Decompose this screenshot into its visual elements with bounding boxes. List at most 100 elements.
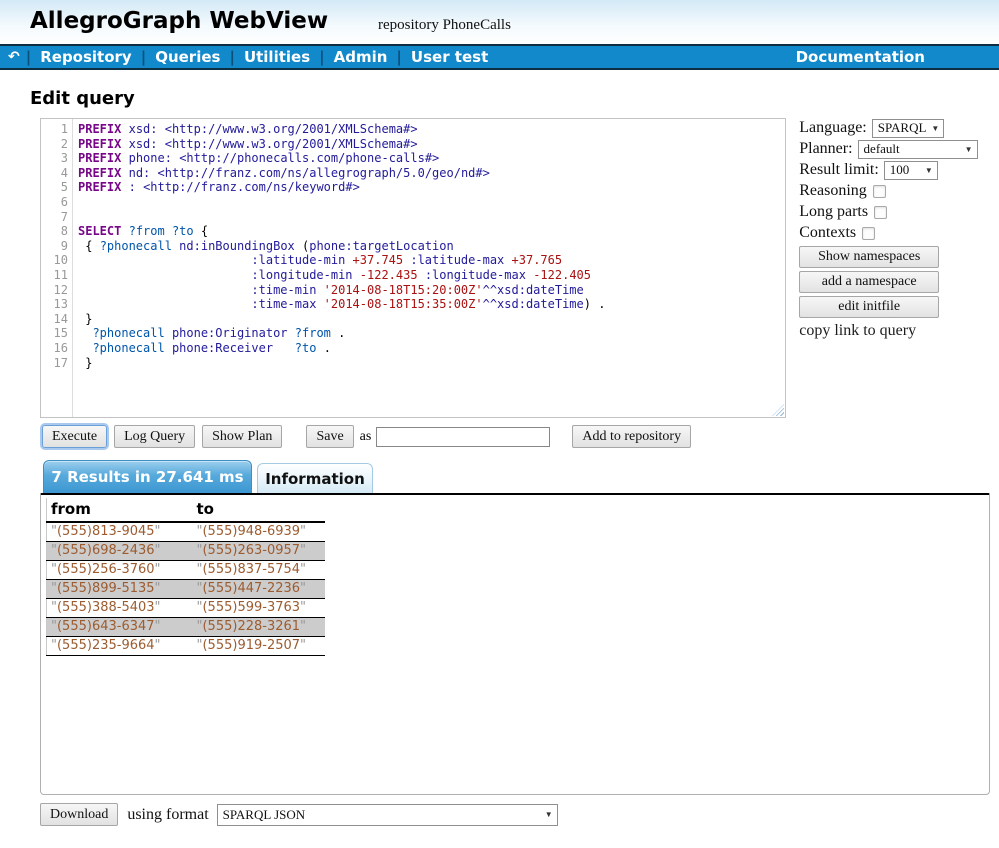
language-value: SPARQL	[878, 120, 927, 136]
result-limit-row: Result limit: 100 ▼	[799, 160, 999, 180]
contexts-label: Contexts	[799, 224, 856, 242]
show-plan-button[interactable]: Show Plan	[202, 425, 282, 448]
result-cell: "(555)837-5754"	[193, 561, 325, 580]
table-row: "(555)698-2436""(555)263-0957"	[47, 542, 325, 561]
line-number: 11	[41, 268, 68, 283]
contexts-row: Contexts	[799, 223, 999, 243]
log-query-button[interactable]: Log Query	[114, 425, 195, 448]
line-number: 14	[41, 312, 68, 327]
line-number: 17	[41, 356, 68, 371]
save-button[interactable]: Save	[306, 425, 353, 448]
download-button[interactable]: Download	[40, 803, 118, 826]
edit-initfile-button[interactable]: edit initfile	[799, 296, 939, 318]
code-line: { ?phonecall nd:inBoundingBox (phone:tar…	[78, 239, 785, 254]
query-workspace: 1234567891011121314151617 PREFIX xsd: <h…	[40, 118, 999, 418]
copy-link-to-query[interactable]: copy link to query	[799, 322, 999, 340]
line-number: 7	[41, 210, 68, 225]
long-parts-row: Long parts	[799, 202, 999, 222]
tab-results[interactable]: 7 Results in 27.641 ms	[43, 460, 252, 493]
format-value: SPARQL JSON	[223, 807, 306, 823]
dropdown-arrow-icon: ▼	[925, 166, 933, 175]
result-cell: "(555)235-9664"	[47, 637, 193, 656]
table-row: "(555)235-9664""(555)919-2507"	[47, 637, 325, 656]
tab-information[interactable]: Information	[257, 463, 373, 493]
add-to-repository-button[interactable]: Add to repository	[572, 425, 691, 448]
nav-item-utilities[interactable]: Utilities	[235, 48, 319, 66]
code-line: ?phonecall phone:Receiver ?to .	[78, 341, 785, 356]
save-name-input[interactable]	[376, 427, 550, 447]
line-number: 13	[41, 297, 68, 312]
reasoning-row: Reasoning	[799, 181, 999, 201]
code-lines[interactable]: PREFIX xsd: <http://www.w3.org/2001/XMLS…	[73, 119, 785, 417]
result-cell: "(555)899-5135"	[47, 580, 193, 599]
table-row: "(555)813-9045""(555)948-6939"	[47, 522, 325, 542]
line-number: 12	[41, 283, 68, 298]
dropdown-arrow-icon: ▼	[965, 145, 973, 154]
format-select[interactable]: SPARQL JSON ▼	[217, 804, 558, 826]
page-title: Edit query	[30, 88, 999, 109]
planner-select[interactable]: default ▼	[858, 140, 978, 159]
show-namespaces-button[interactable]: Show namespaces	[799, 246, 939, 268]
line-number: 15	[41, 326, 68, 341]
nav-item-admin[interactable]: Admin	[325, 48, 397, 66]
line-number: 6	[41, 195, 68, 210]
code-line	[78, 210, 785, 225]
table-row: "(555)899-5135""(555)447-2236"	[47, 580, 325, 599]
results-tabs: 7 Results in 27.641 ms Information	[43, 460, 999, 493]
code-line: }	[78, 356, 785, 371]
code-line: :longitude-min -122.435 :longitude-max -…	[78, 268, 785, 283]
result-limit-label: Result limit:	[799, 161, 879, 179]
long-parts-label: Long parts	[799, 203, 868, 221]
line-number: 3	[41, 151, 68, 166]
query-editor[interactable]: 1234567891011121314151617 PREFIX xsd: <h…	[40, 118, 786, 418]
result-limit-select[interactable]: 100 ▼	[884, 161, 938, 180]
result-cell: "(555)813-9045"	[47, 522, 193, 542]
table-row: "(555)256-3760""(555)837-5754"	[47, 561, 325, 580]
long-parts-checkbox[interactable]	[874, 206, 887, 219]
reasoning-label: Reasoning	[799, 182, 867, 200]
save-as-label: as	[360, 429, 372, 445]
table-row: "(555)388-5403""(555)599-3763"	[47, 599, 325, 618]
code-line: PREFIX nd: <http://franz.com/ns/allegrog…	[78, 166, 785, 181]
result-cell: "(555)447-2236"	[193, 580, 325, 599]
execute-button[interactable]: Execute	[42, 425, 107, 448]
result-cell: "(555)388-5403"	[47, 599, 193, 618]
code-line: :time-max '2014-08-18T15:35:00Z'^^xsd:da…	[78, 297, 785, 312]
result-cell: "(555)698-2436"	[47, 542, 193, 561]
line-number: 4	[41, 166, 68, 181]
repository-label: repository PhoneCalls	[378, 17, 511, 34]
app-title: AllegroGraph WebView	[30, 8, 328, 34]
code-line: :time-min '2014-08-18T15:20:00Z'^^xsd:da…	[78, 283, 785, 298]
contexts-checkbox[interactable]	[862, 227, 875, 240]
query-options-panel: Language: SPARQL ▼ Planner: default ▼ Re…	[799, 118, 999, 340]
line-number: 16	[41, 341, 68, 356]
dropdown-arrow-icon: ▼	[931, 124, 939, 133]
code-line: PREFIX xsd: <http://www.w3.org/2001/XMLS…	[78, 137, 785, 152]
nav-item-queries[interactable]: Queries	[146, 48, 229, 66]
app-header: AllegroGraph WebView repository PhoneCal…	[0, 0, 999, 44]
nav-item-user-test[interactable]: User test	[402, 48, 497, 66]
download-bar: Download using format SPARQL JSON ▼	[40, 803, 999, 826]
code-line: :latitude-min +37.745 :latitude-max +37.…	[78, 253, 785, 268]
main-navbar: ↶ | Repository | Queries | Utilities | A…	[0, 44, 999, 70]
format-label: using format	[127, 806, 208, 824]
code-line: }	[78, 312, 785, 327]
line-number: 9	[41, 239, 68, 254]
language-select[interactable]: SPARQL ▼	[872, 119, 944, 138]
results-panel: from to "(555)813-9045""(555)948-6939""(…	[40, 493, 990, 795]
table-row: "(555)643-6347""(555)228-3261"	[47, 618, 325, 637]
nav-item-documentation[interactable]: Documentation	[796, 48, 925, 66]
line-number: 10	[41, 253, 68, 268]
code-line	[78, 195, 785, 210]
language-row: Language: SPARQL ▼	[799, 118, 999, 138]
reasoning-checkbox[interactable]	[873, 185, 886, 198]
back-icon[interactable]: ↶	[8, 49, 20, 65]
result-limit-value: 100	[890, 162, 910, 178]
add-namespace-button[interactable]: add a namespace	[799, 271, 939, 293]
nav-item-repository[interactable]: Repository	[31, 48, 141, 66]
action-bar: Execute Log Query Show Plan Save as Add …	[40, 425, 999, 448]
language-label: Language:	[799, 119, 867, 137]
results-table-body: "(555)813-9045""(555)948-6939""(555)698-…	[47, 522, 325, 656]
line-number: 1	[41, 122, 68, 137]
code-line: PREFIX phone: <http://phonecalls.com/pho…	[78, 151, 785, 166]
